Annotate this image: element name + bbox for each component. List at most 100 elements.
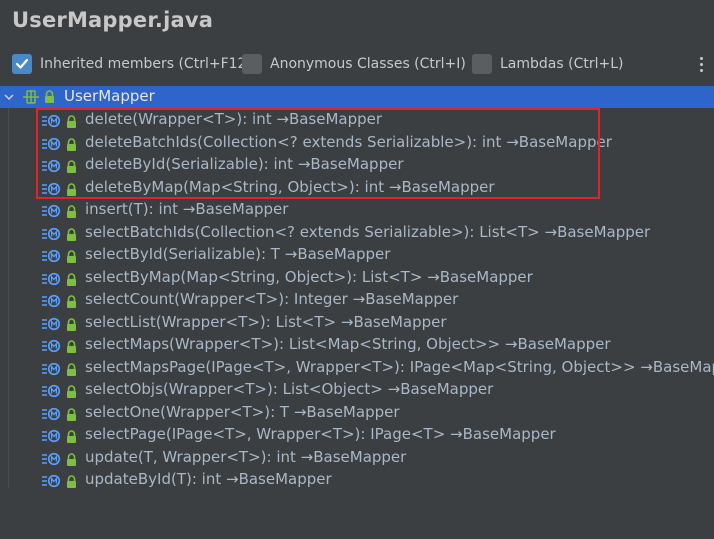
tree-member-row[interactable]: insert(T): int →BaseMapper: [0, 199, 714, 221]
inherited-arrow: →: [640, 357, 653, 376]
member-signature-text: selectObjs(Wrapper<T>): List<Object>: [85, 380, 388, 398]
tree-member-row[interactable]: selectMapsPage(IPage<T>, Wrapper<T>): IP…: [0, 357, 714, 379]
lambdas-label: Lambdas (Ctrl+L): [500, 56, 624, 72]
checkbox-unchecked[interactable]: [242, 54, 262, 74]
lambdas-checkbox[interactable]: Lambdas (Ctrl+L): [472, 54, 623, 74]
member-signature: updateById(T): int →BaseMapper: [85, 470, 332, 488]
tree-member-row[interactable]: selectMaps(Wrapper<T>): List<Map<String,…: [0, 334, 714, 356]
tree-member-row[interactable]: updateById(T): int →BaseMapper: [0, 469, 714, 491]
method-icon: [42, 271, 62, 290]
checkbox-unchecked[interactable]: [472, 54, 492, 74]
inherited-arrow: →: [352, 290, 366, 308]
member-signature-text: selectByMap(Map<String, Object>): List<T…: [85, 267, 428, 286]
member-signature-text: selectBatchIds(Collection<? extends Seri…: [85, 222, 545, 241]
inherited-arrow: →: [387, 380, 401, 398]
tree-member-row[interactable]: selectCount(Wrapper<T>): Integer →BaseMa…: [0, 289, 714, 311]
lock-icon: [66, 473, 77, 492]
member-signature: selectByMap(Map<String, Object>): List<T…: [85, 268, 533, 286]
lock-icon: [66, 271, 77, 290]
lock-icon: [66, 226, 77, 245]
method-icon: [42, 293, 62, 312]
lock-icon: [45, 90, 54, 103]
lock-icon: [66, 316, 77, 335]
file-title: UserMapper.java: [12, 8, 214, 32]
tree-member-row[interactable]: selectByMap(Map<String, Object>): List<T…: [0, 267, 714, 289]
tree-member-row[interactable]: selectOne(Wrapper<T>): T →BaseMapper: [0, 402, 714, 424]
member-signature: selectMaps(Wrapper<T>): List<Map<String,…: [85, 335, 611, 353]
member-signature: selectById(Serializable): T →BaseMapper: [85, 245, 390, 263]
member-source-class: BaseMapper: [400, 380, 494, 398]
more-vertical-icon[interactable]: [700, 57, 704, 75]
member-signature-text: insert(T): int: [85, 200, 183, 218]
check-icon: [15, 58, 29, 69]
member-signature-text: selectCount(Wrapper<T>): Integer: [85, 290, 353, 308]
member-signature: selectMapsPage(IPage<T>, Wrapper<T>): IP…: [85, 358, 714, 376]
member-signature: selectBatchIds(Collection<? extends Seri…: [85, 223, 650, 241]
inherited-arrow: →: [450, 425, 463, 443]
structure-toolbar: Inherited members (Ctrl+F12) Anonymous C…: [0, 48, 714, 87]
method-icon: [42, 361, 62, 380]
inherited-arrow: →: [427, 267, 440, 286]
method-icon: [42, 451, 62, 470]
lock-icon: [66, 338, 77, 357]
inherited-members-label: Inherited members (Ctrl+F12): [40, 56, 252, 72]
chevron-down-icon[interactable]: [4, 92, 14, 102]
tree-root-usermapper[interactable]: UserMapper: [0, 86, 714, 108]
tree-root-label: UserMapper: [64, 87, 155, 105]
inherited-arrow: →: [284, 245, 298, 263]
lock-icon: [66, 361, 77, 380]
inherited-arrow: →: [300, 447, 314, 466]
member-signature: update(T, Wrapper<T>): int →BaseMapper: [85, 448, 406, 466]
anonymous-classes-checkbox[interactable]: Anonymous Classes (Ctrl+I): [242, 54, 466, 74]
member-source-class: BaseMapper: [439, 267, 533, 286]
tree-member-row[interactable]: update(T, Wrapper<T>): int →BaseMapper: [0, 447, 714, 469]
member-signature-text: selectList(Wrapper<T>): List<T>: [85, 312, 341, 331]
member-source-class: BaseMapper: [652, 357, 714, 376]
tree-member-row[interactable]: selectBatchIds(Collection<? extends Seri…: [0, 222, 714, 244]
member-signature: selectObjs(Wrapper<T>): List<Object> →Ba…: [85, 380, 493, 398]
member-source-class: BaseMapper: [297, 245, 391, 263]
method-icon: [42, 473, 62, 492]
anonymous-classes-label: Anonymous Classes (Ctrl+I): [270, 56, 466, 72]
inherited-arrow: →: [544, 222, 558, 241]
inherited-arrow: →: [182, 200, 196, 218]
tree-member-row[interactable]: selectPage(IPage<T>, Wrapper<T>): IPage<…: [0, 424, 714, 446]
inherited-arrow: →: [293, 402, 307, 421]
member-source-class: BaseMapper: [238, 470, 332, 488]
checkbox-checked[interactable]: [12, 54, 32, 74]
lock-icon: [66, 406, 77, 425]
member-source-class: BaseMapper: [462, 425, 556, 443]
method-icon: [42, 248, 62, 267]
method-icon: [42, 226, 62, 245]
lock-icon: [66, 428, 77, 447]
member-source-class: BaseMapper: [353, 312, 447, 331]
member-signature-text: update(T, Wrapper<T>): int: [85, 447, 301, 466]
method-icon: [42, 316, 62, 335]
member-source-class: BaseMapper: [195, 200, 289, 218]
tree-member-row[interactable]: selectById(Serializable): T →BaseMapper: [0, 244, 714, 266]
tree-member-row[interactable]: selectObjs(Wrapper<T>): List<Object> →Ba…: [0, 379, 714, 401]
method-icon: [42, 406, 62, 425]
tree-member-row[interactable]: selectList(Wrapper<T>): List<T> →BaseMap…: [0, 312, 714, 334]
member-source-class: BaseMapper: [557, 222, 651, 241]
member-signature-text: updateById(T): int: [85, 470, 226, 488]
inherited-arrow: →: [504, 335, 518, 353]
member-signature-text: selectPage(IPage<T>, Wrapper<T>): IPage<…: [85, 425, 451, 443]
member-signature-text: selectMaps(Wrapper<T>): List<Map<String,…: [85, 335, 505, 353]
member-signature-text: selectById(Serializable): T: [85, 245, 285, 263]
inherited-members-checkbox[interactable]: Inherited members (Ctrl+F12): [12, 54, 252, 74]
member-source-class: BaseMapper: [306, 402, 400, 421]
member-source-class: BaseMapper: [517, 335, 611, 353]
lock-icon: [66, 383, 77, 402]
inherited-arrow: →: [340, 312, 354, 331]
lock-icon: [66, 451, 77, 470]
member-signature-text: selectOne(Wrapper<T>): T: [85, 402, 294, 421]
member-signature: selectCount(Wrapper<T>): Integer →BaseMa…: [85, 290, 458, 308]
inherited-arrow: →: [225, 470, 239, 488]
interface-icon: [23, 90, 39, 104]
member-signature: selectOne(Wrapper<T>): T →BaseMapper: [85, 403, 400, 421]
member-source-class: BaseMapper: [313, 447, 407, 466]
member-signature: selectList(Wrapper<T>): List<T> →BaseMap…: [85, 313, 447, 331]
member-source-class: BaseMapper: [365, 290, 459, 308]
member-signature-text: selectMapsPage(IPage<T>, Wrapper<T>): IP…: [85, 357, 641, 376]
